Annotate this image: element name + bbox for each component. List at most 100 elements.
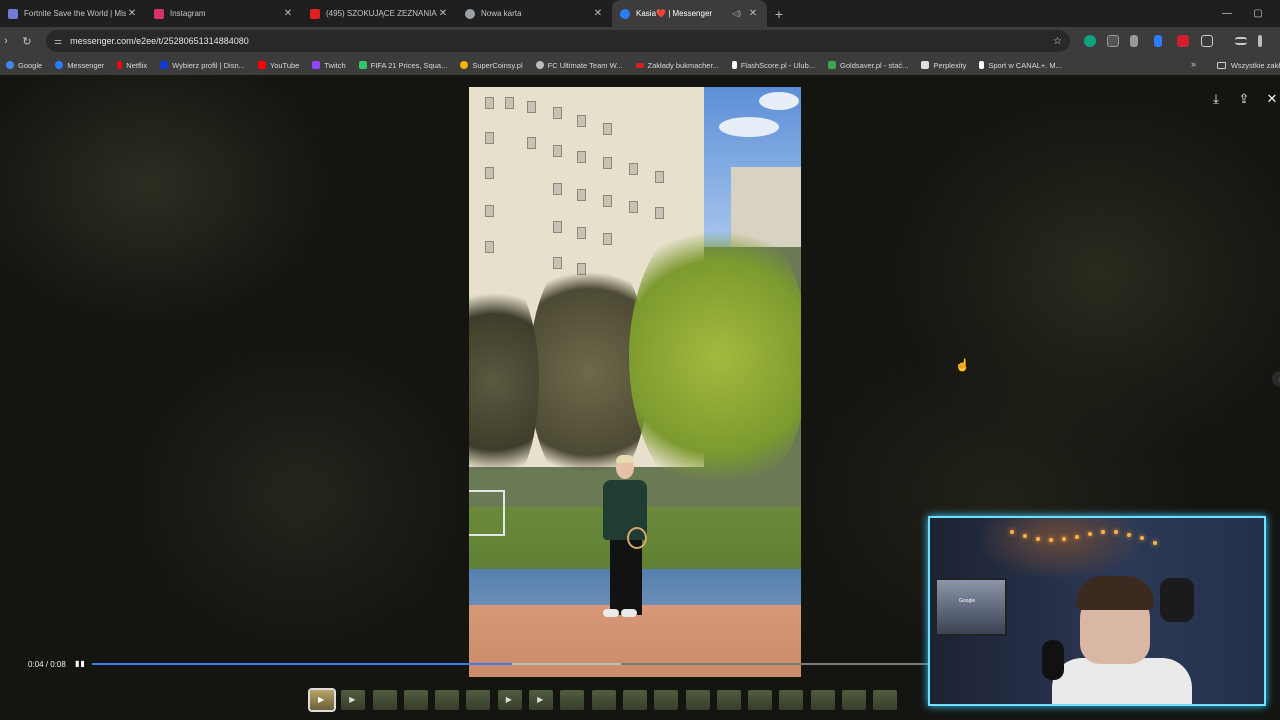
extensions-puzzle-icon[interactable] — [1201, 35, 1213, 47]
address-bar[interactable]: ⚌ messenger.com/e2ee/t/25280651314884080… — [46, 30, 1070, 52]
video-scene-shoe — [621, 609, 637, 617]
globe-icon — [535, 61, 544, 69]
bookmark-perplexity[interactable]: Perplexity — [921, 61, 966, 70]
media-thumbnail[interactable] — [308, 688, 336, 712]
pen-extension-icon[interactable] — [1130, 35, 1138, 47]
media-thumbnail[interactable] — [685, 690, 710, 710]
url-text[interactable]: messenger.com/e2ee/t/25280651314884080 — [70, 36, 249, 46]
bookmark-label: Goldsaver.pl - stać... — [840, 60, 909, 70]
bookmark-label: Google — [18, 60, 43, 70]
media-thumbnail[interactable] — [842, 690, 867, 710]
bookmark-fifa[interactable]: FIFA 21 Prices, Squa... — [358, 60, 448, 70]
tab-youtube[interactable]: (495) SZOKUJĄCE ZEZNANIA M ✕ — [302, 0, 457, 27]
bookmark-label: FIFA 21 Prices, Squa... — [370, 60, 448, 70]
media-thumbnail[interactable] — [372, 690, 397, 710]
tab-close-icon[interactable]: ✕ — [282, 8, 294, 19]
webcam-light-bulb — [1127, 532, 1131, 537]
media-thumbnail[interactable] — [591, 690, 616, 710]
chrome-favicon-icon — [465, 8, 475, 19]
bookmark-label: Zakłady bukmacher... — [647, 60, 719, 70]
tab-fortnite[interactable]: Fortnite Save the World | Missi ✕ — [0, 0, 146, 27]
menu-icon[interactable] — [1258, 35, 1262, 47]
media-thumbnail[interactable] — [622, 690, 647, 710]
youtube-icon — [257, 61, 266, 69]
video-scene-racket — [627, 527, 647, 549]
tab-messenger[interactable]: Kasia❤️ | Messenger ◁) ✕ — [612, 0, 767, 27]
media-thumbnail[interactable] — [873, 690, 898, 710]
netflix-icon — [117, 61, 123, 69]
bookmark-label: YouTube — [269, 60, 300, 70]
reload-icon[interactable]: ↻ — [16, 35, 38, 48]
bookmark-google[interactable]: Google — [6, 61, 42, 70]
media-thumbnail[interactable] — [748, 690, 773, 710]
bookmark-star-icon[interactable]: ☆ — [1053, 36, 1062, 47]
minimize-icon[interactable]: — — [1212, 0, 1242, 27]
record-extension-icon[interactable] — [1177, 35, 1189, 47]
tab-title: Kasia❤️ | Messenger — [636, 9, 713, 18]
next-media-icon[interactable]: › — [1272, 371, 1280, 387]
bookmark-label: Wybierz profil | Disn... — [172, 60, 245, 70]
media-thumbnail[interactable] — [529, 690, 554, 710]
media-thumbnail[interactable] — [716, 690, 741, 710]
new-tab-button[interactable]: + — [767, 0, 791, 27]
fortnite-favicon-icon — [8, 8, 18, 19]
media-thumbnail[interactable] — [435, 690, 460, 710]
bookmark-goldsaver[interactable]: Goldsaver.pl - stać... — [828, 61, 908, 70]
bookmark-supercoinsy[interactable]: SuperCoinsy.pl — [460, 61, 523, 70]
share-icon[interactable]: ⇪ — [1235, 90, 1253, 108]
tab-search-icon[interactable] — [1235, 37, 1247, 45]
maximize-icon[interactable]: ▢ — [1243, 0, 1273, 27]
tab-new-tab[interactable]: Nowa karta ✕ — [457, 0, 612, 27]
audio-playing-icon[interactable]: ◁) — [732, 9, 741, 18]
media-thumbnail[interactable] — [654, 690, 679, 710]
download-icon[interactable]: ⤓ — [1207, 90, 1225, 108]
youtube-favicon-icon — [310, 8, 320, 19]
media-thumbnail[interactable] — [403, 690, 428, 710]
all-bookmarks-button[interactable]: Wszystkie zakł — [1216, 55, 1280, 75]
tab-close-icon[interactable]: ✕ — [126, 8, 138, 19]
bookmark-label: Messenger — [67, 60, 105, 70]
tab-title: Instagram — [170, 9, 206, 18]
screen: Fortnite Save the World | Missi ✕ Instag… — [0, 0, 1280, 720]
media-thumbnail[interactable] — [497, 690, 522, 710]
media-thumbnail[interactable] — [341, 690, 366, 710]
more-bookmarks-icon[interactable]: » — [1191, 59, 1196, 69]
tab-close-icon[interactable]: ✕ — [592, 8, 604, 19]
close-viewer-icon[interactable]: ✕ — [1263, 90, 1280, 108]
screen-extension-icon[interactable] — [1107, 35, 1119, 47]
instagram-favicon-icon — [154, 8, 164, 19]
flashscore-icon — [731, 61, 737, 69]
webcam-light-bulb — [1153, 540, 1157, 545]
video-progress-bar[interactable] — [92, 663, 932, 665]
sound-extension-icon[interactable] — [1154, 35, 1162, 47]
bookmark-canal-plus[interactable]: Sport w CANAL+. M... — [979, 61, 1062, 70]
address-toolbar: › ↻ ⚌ messenger.com/e2ee/t/2528065131488… — [0, 27, 1280, 55]
bookmark-label: FC Ultimate Team W... — [547, 60, 623, 70]
bookmark-disney[interactable]: Wybierz profil | Disn... — [160, 61, 245, 70]
twitch-icon — [312, 61, 321, 69]
bookmark-label: Twitch — [324, 60, 346, 70]
goldsaver-icon — [828, 61, 837, 69]
site-settings-icon[interactable]: ⚌ — [54, 36, 62, 47]
bookmark-messenger[interactable]: Messenger — [55, 61, 104, 70]
media-thumbnail[interactable] — [560, 690, 585, 710]
webcam-microphone — [1042, 640, 1064, 680]
webcam-light-bulb — [1075, 534, 1079, 539]
bookmark-netflix[interactable]: Netflix — [117, 61, 147, 70]
media-thumbnail[interactable] — [779, 690, 804, 710]
tab-close-icon[interactable]: ✕ — [437, 8, 449, 19]
media-thumbnail[interactable] — [466, 690, 491, 710]
bookmark-zaklady[interactable]: Zakłady bukmacher... — [635, 60, 719, 70]
bookmark-youtube[interactable]: YouTube — [257, 60, 300, 70]
tab-instagram[interactable]: Instagram ✕ — [146, 0, 302, 27]
forward-icon[interactable]: › — [0, 35, 12, 47]
tab-close-icon[interactable]: ✕ — [747, 8, 759, 19]
bookmark-flashscore[interactable]: FlashScore.pl - Ulub... — [731, 61, 815, 70]
messenger-icon — [55, 61, 64, 69]
bookmark-twitch[interactable]: Twitch — [312, 60, 346, 70]
video-player[interactable] — [469, 87, 801, 677]
chatgpt-extension-icon[interactable] — [1084, 35, 1096, 47]
bookmark-fc-ultimate[interactable]: FC Ultimate Team W... — [535, 60, 623, 70]
pause-icon[interactable]: ▮▮ — [75, 659, 86, 668]
media-thumbnail[interactable] — [810, 690, 835, 710]
